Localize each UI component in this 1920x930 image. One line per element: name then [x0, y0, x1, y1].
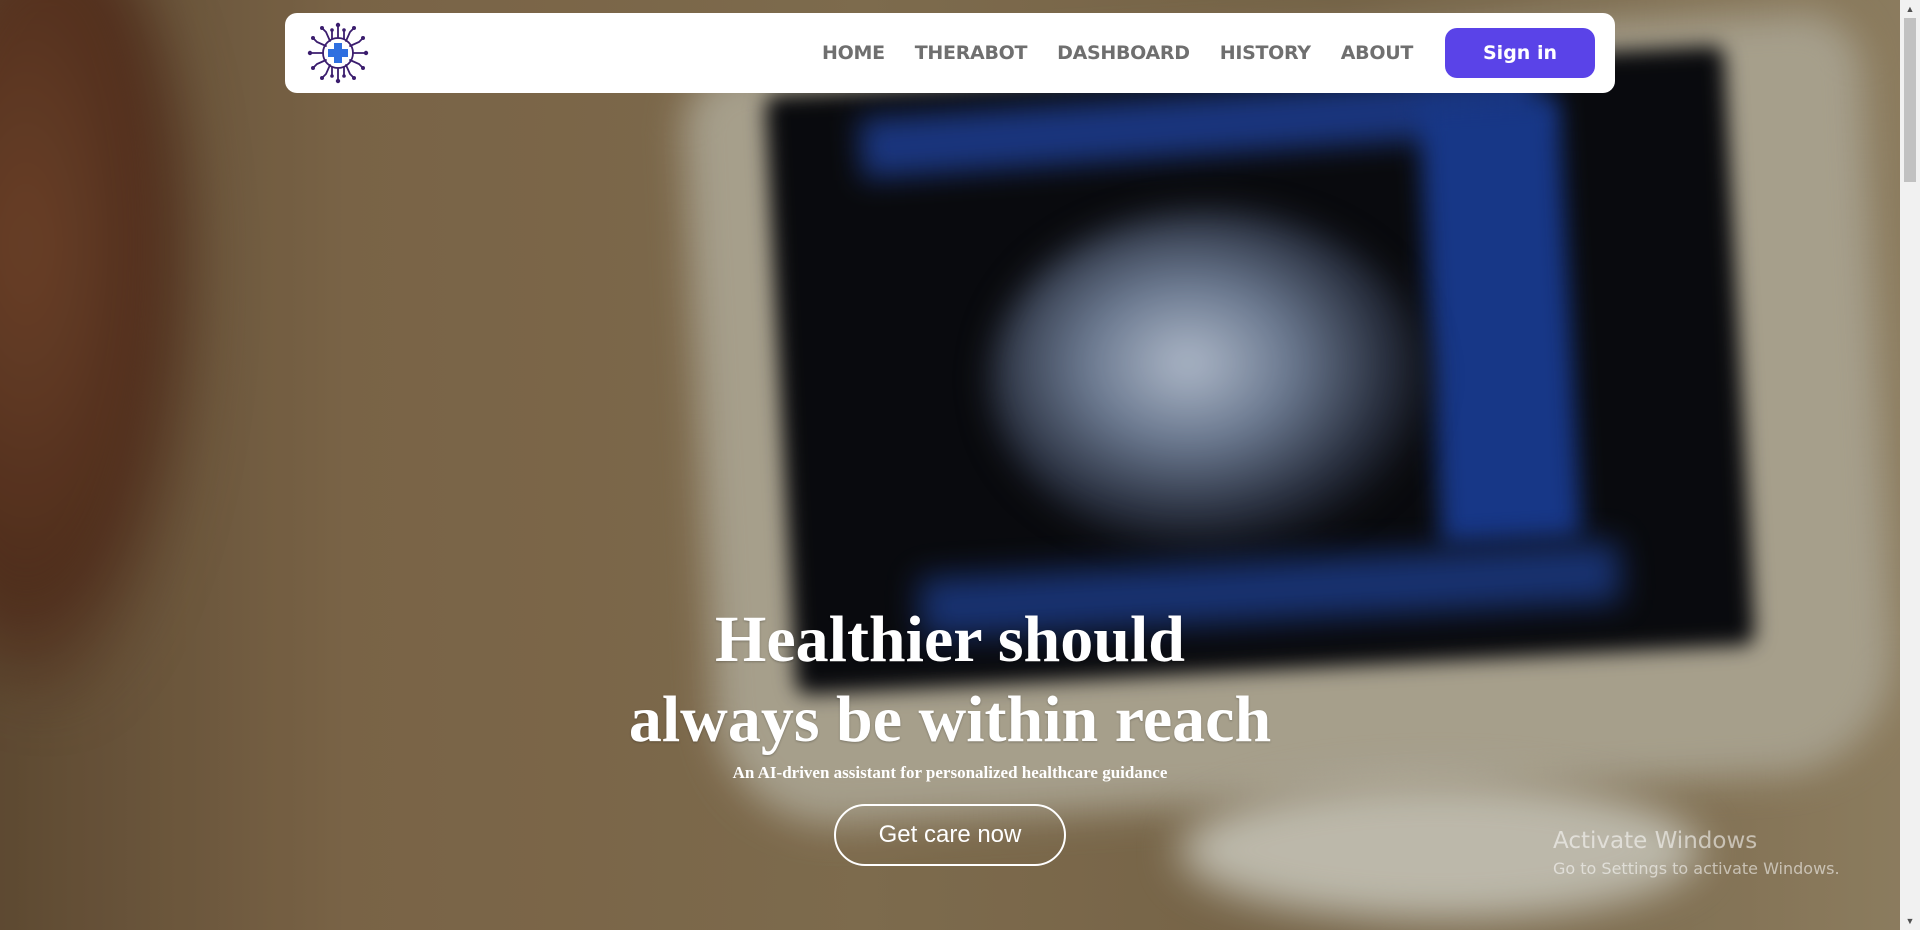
hero-title-line-2: always be within reach: [628, 683, 1272, 756]
medical-cross-circuit-logo-icon[interactable]: [305, 20, 371, 86]
nav-links: HOME THERABOT DASHBOARD HISTORY ABOUT Si…: [822, 28, 1595, 78]
nav-link-about[interactable]: ABOUT: [1341, 42, 1414, 64]
scroll-down-arrow-icon[interactable]: ▼: [1900, 912, 1920, 930]
hero-title: Healthier should always be within reach: [0, 600, 1900, 760]
activate-windows-watermark: Activate Windows Go to Settings to activ…: [1553, 826, 1840, 880]
sign-in-button[interactable]: Sign in: [1445, 28, 1595, 78]
hero-subtitle: An AI-driven assistant for personalized …: [732, 763, 1168, 782]
watermark-subtitle: Go to Settings to activate Windows.: [1553, 859, 1840, 878]
navbar: HOME THERABOT DASHBOARD HISTORY ABOUT Si…: [285, 13, 1615, 93]
hero-title-line-1: Healthier should: [714, 603, 1186, 676]
watermark-title: Activate Windows: [1553, 828, 1758, 854]
nav-link-therabot[interactable]: THERABOT: [915, 42, 1028, 64]
get-care-now-button[interactable]: Get care now: [834, 804, 1066, 866]
nav-link-history[interactable]: HISTORY: [1220, 42, 1311, 64]
nav-link-dashboard[interactable]: DASHBOARD: [1057, 42, 1190, 64]
app-window: HOME THERABOT DASHBOARD HISTORY ABOUT Si…: [0, 0, 1920, 930]
scrollbar-thumb[interactable]: [1904, 18, 1916, 182]
scroll-up-arrow-icon[interactable]: ▲: [1900, 0, 1920, 18]
nav-link-home[interactable]: HOME: [822, 42, 885, 64]
vertical-scrollbar[interactable]: ▲ ▼: [1900, 0, 1920, 930]
